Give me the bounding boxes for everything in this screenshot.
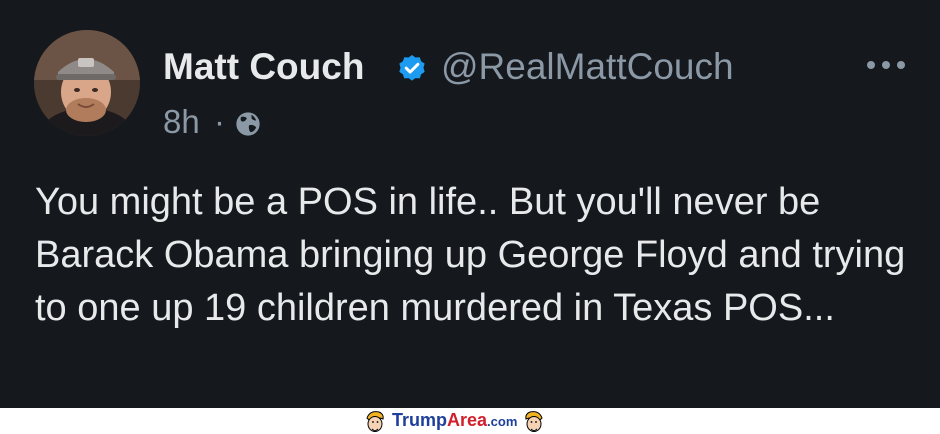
tweet-text: You might be a POS in life.. But you'll … <box>35 181 906 329</box>
more-options-icon[interactable] <box>864 56 908 74</box>
tweet-card: Matt Couch @RealMattCouch 8h · You might… <box>0 0 940 408</box>
brand-logo[interactable]: TrumpArea.com <box>392 408 517 434</box>
globe-icon <box>236 112 260 136</box>
watermark-bar: TrumpArea.com <box>0 408 940 434</box>
trump-caricature-icon <box>366 411 384 432</box>
user-handle[interactable]: @RealMattCouch <box>441 44 734 90</box>
trump-caricature-icon <box>525 411 543 432</box>
verified-badge-icon <box>399 55 425 81</box>
meta-separator: · <box>214 103 225 140</box>
brand-part-2: Area <box>447 410 488 430</box>
brand-part-3: .com <box>487 414 518 429</box>
watermark: TrumpArea.com <box>364 409 545 433</box>
avatar[interactable] <box>34 30 140 136</box>
timestamp[interactable]: 8h <box>163 101 200 143</box>
avatar-image <box>34 30 140 136</box>
brand-part-1: Trump <box>392 410 448 430</box>
display-name[interactable]: Matt Couch <box>163 44 364 90</box>
